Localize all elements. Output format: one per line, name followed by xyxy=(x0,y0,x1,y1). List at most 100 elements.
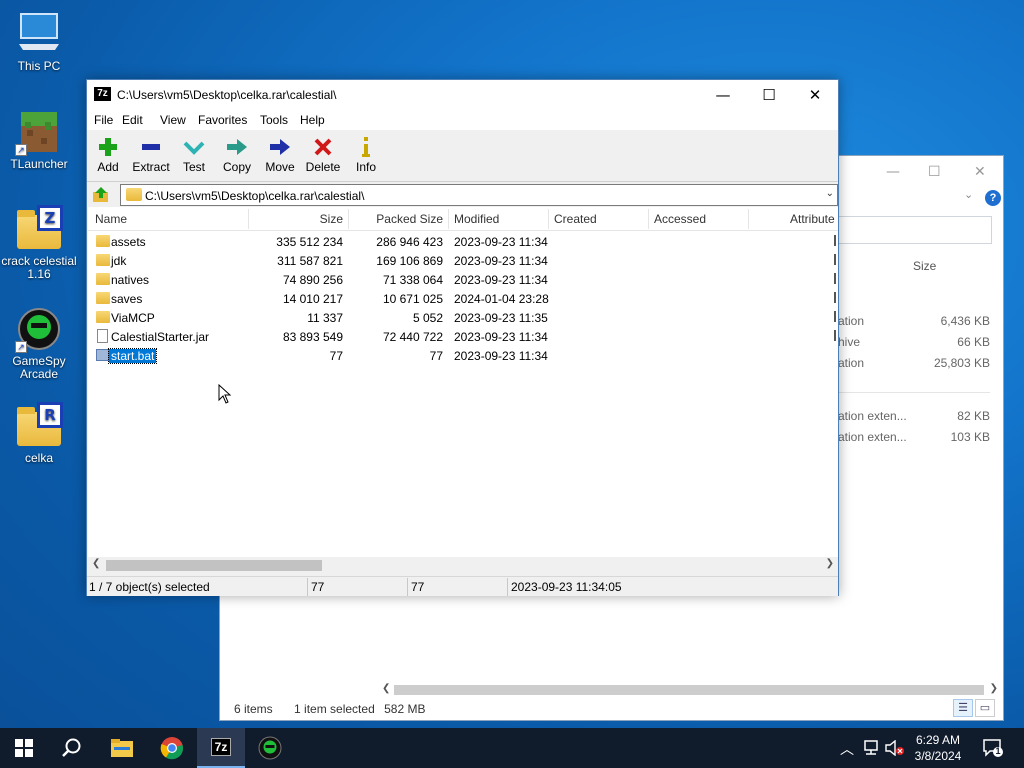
list-item[interactable]: ation exten... 82 KB xyxy=(838,409,990,427)
minimize-icon[interactable]: — xyxy=(886,164,900,180)
search-button[interactable] xyxy=(48,728,96,768)
move-button[interactable]: Move xyxy=(264,136,296,174)
taskbar-gamespy[interactable] xyxy=(246,728,294,768)
maximize-icon[interactable]: ☐ xyxy=(928,164,941,180)
info-icon xyxy=(353,136,379,158)
horizontal-scrollbar[interactable]: ❮ ❯ xyxy=(380,683,1000,697)
table-row[interactable]: assets 335 512 234 286 946 423 2023-09-2… xyxy=(88,232,838,251)
add-button[interactable]: Add xyxy=(95,136,121,174)
clock-date: 3/8/2024 xyxy=(914,749,962,763)
extract-button[interactable]: Extract xyxy=(132,136,170,174)
scroll-thumb[interactable] xyxy=(394,685,984,695)
status-bar: 6 items 1 item selected 582 MB xyxy=(234,702,443,716)
file-list[interactable]: Size ation 6,436 KB hive 66 KB ation 25,… xyxy=(838,251,1004,596)
status-selection: 1 / 7 object(s) selected xyxy=(89,580,210,594)
search-icon xyxy=(62,738,81,757)
status-item-count: 6 items xyxy=(234,702,273,716)
menu-view[interactable]: View xyxy=(160,113,186,127)
help-icon[interactable]: ? xyxy=(985,190,1001,206)
minimize-icon[interactable]: — xyxy=(700,80,746,110)
check-icon xyxy=(181,136,207,158)
column-header-attribute[interactable]: Attribute xyxy=(790,212,835,226)
column-header-accessed[interactable]: Accessed xyxy=(654,212,706,226)
network-icon[interactable] xyxy=(862,740,880,756)
menu-favorites[interactable]: Favorites xyxy=(198,113,247,127)
toolbar: Add Extract Test Copy Move Delete Info xyxy=(87,130,838,182)
desktop-icon-gamespy-arcade[interactable]: ↗ GameSpy Arcade xyxy=(1,305,77,381)
table-row[interactable]: natives 74 890 256 71 338 064 2023-09-23… xyxy=(88,270,838,289)
chevron-down-icon[interactable]: ⌄ xyxy=(826,188,834,199)
desktop-icon-celka[interactable]: R celka xyxy=(1,402,77,465)
title-bar[interactable]: 7z C:\Users\vm5\Desktop\celka.rar\calest… xyxy=(87,80,838,110)
folder-up-icon[interactable] xyxy=(92,186,110,204)
7zip-app-icon: 7z xyxy=(94,87,111,101)
grass-block-icon: ↗ xyxy=(15,108,63,156)
scroll-right-icon[interactable]: ❯ xyxy=(990,683,998,694)
delete-button[interactable]: Delete xyxy=(305,136,341,174)
list-item[interactable]: ation 6,436 KB xyxy=(838,314,990,332)
start-button[interactable] xyxy=(0,728,48,768)
taskbar: 7z ︿ 6:29 AM 3/8/2024 1 xyxy=(0,728,1024,768)
taskbar-chrome[interactable] xyxy=(148,728,196,768)
tiles-view-icon[interactable]: ▭ xyxy=(975,699,995,717)
column-header-created[interactable]: Created xyxy=(554,212,597,226)
column-header-name[interactable]: Name xyxy=(95,212,127,226)
menu-edit[interactable]: Edit xyxy=(122,113,143,127)
system-clock[interactable]: 6:29 AM 3/8/2024 xyxy=(908,732,968,764)
table-row-selected[interactable]: start.bat 77 77 2023-09-23 11:34 xyxy=(88,346,838,365)
desktop-icon-tlauncher[interactable]: ↗ TLauncher xyxy=(1,108,77,171)
scroll-right-icon[interactable]: ❯ xyxy=(826,558,834,569)
path-input[interactable]: C:\Users\vm5\Desktop\celka.rar\calestial… xyxy=(120,184,838,206)
test-button[interactable]: Test xyxy=(181,136,207,174)
shortcut-arrow-icon: ↗ xyxy=(15,144,27,156)
column-header-packed-size[interactable]: Packed Size xyxy=(348,212,443,226)
chevron-up-icon[interactable]: ︿ xyxy=(840,739,854,759)
taskbar-file-explorer[interactable] xyxy=(98,728,146,768)
copy-button[interactable]: Copy xyxy=(222,136,252,174)
desktop-icon-crack-celestial[interactable]: Z crack celestial 1.16 xyxy=(1,205,77,281)
list-item[interactable]: hive 66 KB xyxy=(838,335,990,353)
x-icon xyxy=(305,136,341,158)
desktop-icon-this-pc[interactable]: This PC xyxy=(1,10,77,73)
search-input[interactable] xyxy=(838,216,992,244)
scroll-left-icon[interactable]: ❮ xyxy=(382,683,390,694)
table-row[interactable]: saves 14 010 217 10 671 025 2024-01-04 2… xyxy=(88,289,838,308)
column-header-size[interactable]: Size xyxy=(913,259,936,273)
info-button[interactable]: Info xyxy=(353,136,379,174)
notification-center-button[interactable]: 1 xyxy=(982,738,1004,758)
table-row[interactable]: jdk 311 587 821 169 106 869 2023-09-23 1… xyxy=(88,251,838,270)
maximize-icon[interactable]: ☐ xyxy=(746,80,792,110)
list-item[interactable]: ation 25,803 KB xyxy=(838,356,990,374)
scroll-left-icon[interactable]: ❮ xyxy=(92,558,100,569)
shortcut-arrow-icon: ↗ xyxy=(15,341,27,353)
column-header-modified[interactable]: Modified xyxy=(454,212,499,226)
list-item[interactable]: ation exten... 103 KB xyxy=(838,430,990,448)
view-toggle[interactable]: ☰ ▭ xyxy=(951,699,995,717)
scroll-thumb[interactable] xyxy=(106,560,322,571)
status-size: 582 MB xyxy=(384,702,426,716)
table-row[interactable]: ViaMCP 11 337 5 052 2023-09-23 11:35 xyxy=(88,308,838,327)
close-icon[interactable]: ✕ xyxy=(974,164,986,180)
menu-help[interactable]: Help xyxy=(300,113,325,127)
7zip-app-icon: 7z xyxy=(210,738,232,756)
status-selection: 1 item selected xyxy=(294,702,375,716)
menu-tools[interactable]: Tools xyxy=(260,113,288,127)
volume-muted-icon[interactable] xyxy=(885,740,905,756)
window-title: C:\Users\vm5\Desktop\celka.rar\calestial… xyxy=(117,88,337,102)
taskbar-7zip[interactable]: 7z xyxy=(197,728,245,768)
mouse-pointer-icon xyxy=(218,384,232,404)
horizontal-scrollbar[interactable]: ❮ ❯ xyxy=(88,557,838,574)
file-list[interactable]: Name Size Packed Size Modified Created A… xyxy=(88,207,838,557)
status-size: 77 xyxy=(311,580,325,594)
details-view-icon[interactable]: ☰ xyxy=(953,699,973,717)
table-row[interactable]: CalestialStarter.jar 83 893 549 72 440 7… xyxy=(88,327,838,346)
menu-file[interactable]: File xyxy=(94,113,113,127)
folder-icon xyxy=(96,273,110,285)
arrow-right-icon xyxy=(222,136,252,158)
status-modified: 2023-09-23 11:34:05 xyxy=(511,580,622,594)
address-bar: C:\Users\vm5\Desktop\celka.rar\calestial… xyxy=(87,183,838,207)
close-icon[interactable]: ✕ xyxy=(792,80,838,110)
column-header-size[interactable]: Size xyxy=(248,212,343,226)
chevron-down-icon[interactable]: ⌄ xyxy=(964,188,973,201)
7zip-window[interactable]: 7z C:\Users\vm5\Desktop\celka.rar\calest… xyxy=(86,79,839,596)
